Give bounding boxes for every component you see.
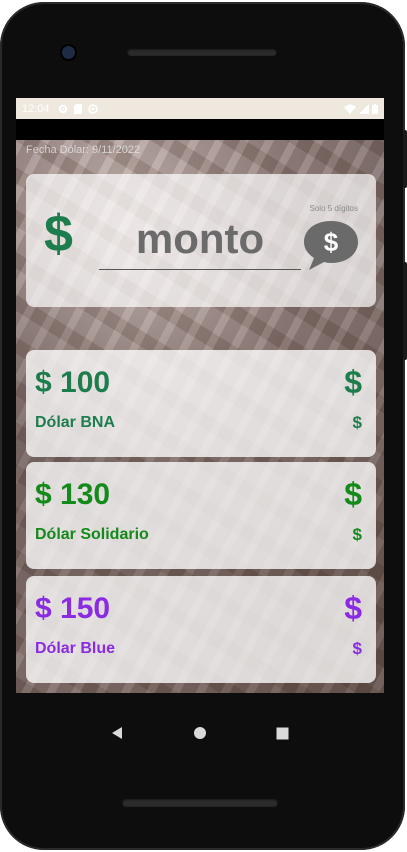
earpiece-speaker bbox=[127, 48, 277, 56]
dollar-icon: $ bbox=[352, 525, 362, 544]
bottom-speaker bbox=[122, 798, 278, 807]
hint-label: Solo 5 dígitos bbox=[309, 204, 358, 213]
status-left-icons bbox=[58, 103, 98, 114]
status-time: 12:04 bbox=[22, 102, 50, 115]
rate-name: Dólar Solidario bbox=[35, 526, 149, 543]
phone-frame: 12:04 Fecha Dólar: 9/11/2022 $ Solo 5 dí… bbox=[0, 0, 407, 852]
fecha-label: Fecha Dólar: 9/11/2022 bbox=[26, 144, 141, 156]
home-button[interactable] bbox=[188, 721, 212, 745]
battery-icon bbox=[372, 103, 378, 114]
rate-card-solidario[interactable]: $ 130 Dólar Solidario $ $ bbox=[26, 462, 376, 569]
front-camera bbox=[62, 46, 75, 59]
back-button[interactable] bbox=[105, 721, 129, 745]
svg-text:$: $ bbox=[324, 227, 339, 257]
rate-value: $ 100 bbox=[35, 366, 111, 399]
monto-input[interactable] bbox=[99, 209, 301, 270]
status-right-icons bbox=[344, 103, 378, 114]
background-image: Fecha Dólar: 9/11/2022 $ Solo 5 dígitos … bbox=[16, 140, 384, 693]
recents-button[interactable] bbox=[271, 721, 295, 745]
rate-name: Dólar BNA bbox=[35, 414, 116, 431]
recents-icon bbox=[276, 727, 289, 739]
navigation-bar bbox=[16, 693, 384, 773]
screen: 12:04 Fecha Dólar: 9/11/2022 $ Solo 5 dí… bbox=[16, 98, 384, 693]
rate-card-blue[interactable]: $ 150 Dólar Blue $ $ bbox=[26, 576, 376, 683]
signal-icon bbox=[359, 103, 369, 114]
sim-icon bbox=[73, 103, 82, 114]
dollar-icon: $ bbox=[352, 413, 362, 432]
rate-name: Dólar Blue bbox=[35, 640, 116, 657]
dollar-icon: $ bbox=[352, 639, 362, 658]
settings-icon bbox=[58, 104, 67, 113]
home-icon bbox=[193, 727, 206, 739]
power-button bbox=[403, 130, 407, 188]
dollar-icon: $ bbox=[44, 205, 73, 263]
chat-dollar-icon[interactable]: $ bbox=[302, 218, 360, 272]
rate-card-bna[interactable]: $ 100 Dólar BNA $ $ bbox=[26, 350, 376, 457]
rate-value: $ 130 bbox=[35, 478, 111, 511]
dollar-icon: $ bbox=[344, 364, 362, 400]
back-icon bbox=[112, 727, 123, 739]
monto-card: $ Solo 5 dígitos $ bbox=[26, 174, 376, 307]
wifi-icon bbox=[344, 104, 356, 114]
app-bar bbox=[16, 119, 384, 140]
dollar-icon: $ bbox=[344, 476, 362, 512]
dollar-icon: $ bbox=[344, 590, 362, 626]
rate-value: $ 150 bbox=[35, 592, 111, 625]
status-bar: 12:04 bbox=[16, 98, 384, 119]
data-saver-icon bbox=[87, 103, 98, 114]
volume-button bbox=[403, 262, 407, 360]
